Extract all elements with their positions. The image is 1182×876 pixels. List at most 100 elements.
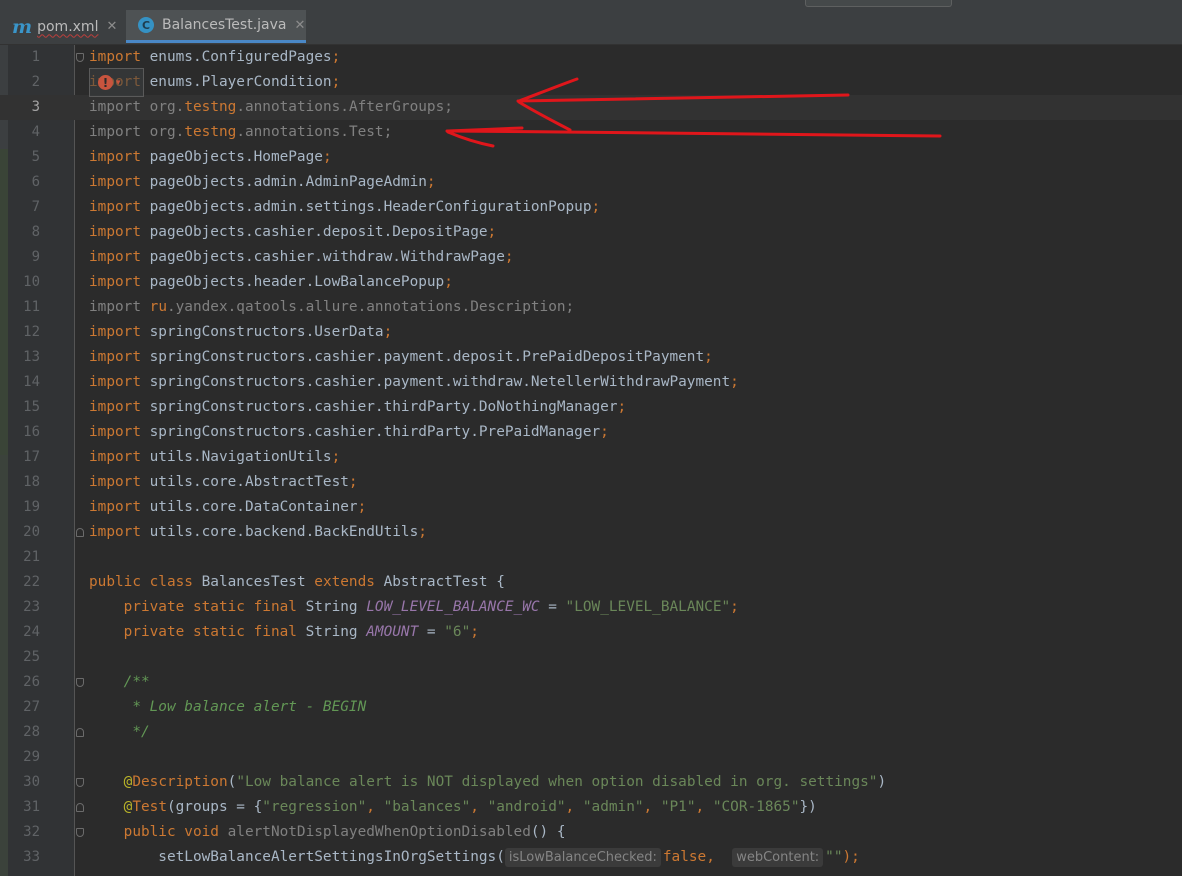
code-line[interactable]: 32 public void alertNotDisplayedWhenOpti… (0, 820, 1182, 845)
code-line[interactable]: 14 import springConstructors.cashier.paym… (0, 370, 1182, 395)
code-token: (groups = { (166, 799, 263, 815)
code-line[interactable]: 5 import pageObjects.HomePage; (0, 145, 1182, 170)
code-line[interactable]: 7 import pageObjects.admin.settings.Heade… (0, 195, 1182, 220)
code-line[interactable]: 21 (0, 545, 1182, 570)
code-line[interactable]: 13 import springConstructors.cashier.paym… (0, 345, 1182, 370)
code-token: setLowBalanceAlertSettingsInOrgSettings( (89, 849, 505, 865)
line-number: 11 (23, 299, 40, 315)
code-text: private static final String AMOUNT = "6"… (89, 620, 479, 645)
fold-end-icon[interactable] (76, 803, 84, 812)
code-token: import (89, 199, 141, 215)
fold-end-icon[interactable] (76, 528, 84, 537)
fold-end-icon[interactable] (76, 728, 84, 737)
code-token: import (89, 149, 141, 165)
code-line[interactable]: 4 import org.testng.annotations.Test; (0, 120, 1182, 145)
code-text: * Low balance alert - BEGIN (89, 695, 366, 720)
code-token: String (305, 599, 367, 615)
close-icon[interactable]: ✕ (106, 19, 117, 34)
code-token: BalancesTest (201, 574, 315, 590)
code-text: import springConstructors.UserData; (89, 320, 392, 345)
code-text: import springConstructors.cashier.paymen… (89, 370, 739, 395)
code-token: utils.NavigationUtils (140, 449, 332, 465)
code-line[interactable]: 2import enums.PlayerCondition; (0, 70, 1182, 95)
code-text: */ (89, 720, 150, 745)
line-number: 29 (23, 749, 40, 765)
code-token: ; (444, 274, 453, 290)
code-line[interactable]: 19 import utils.core.DataContainer; (0, 495, 1182, 520)
code-line[interactable]: 26 /** (0, 670, 1182, 695)
fold-collapse-icon[interactable] (76, 53, 84, 62)
code-token: extends (314, 574, 384, 590)
code-token: LOW_LEVEL_BALANCE_WC (366, 599, 540, 615)
fold-collapse-icon[interactable] (76, 678, 84, 687)
code-token: import (89, 249, 141, 265)
run-config-selector[interactable] (805, 0, 952, 7)
tab-pom-xml[interactable]: m pom.xml ✕ (0, 10, 125, 43)
code-line[interactable]: 24 private static final String AMOUNT = … (0, 620, 1182, 645)
code-token: false (662, 849, 707, 865)
code-line[interactable]: 8 import pageObjects.cashier.deposit.Depo… (0, 220, 1182, 245)
code-line[interactable]: 10 import pageObjects.header.LowBalancePo… (0, 270, 1182, 295)
code-token: ; (704, 349, 713, 365)
code-line[interactable]: 1 import enums.ConfiguredPages; (0, 45, 1182, 70)
code-token: Description (132, 774, 228, 790)
tab-label: pom.xml (37, 18, 99, 35)
code-token: */ (89, 724, 150, 740)
code-line[interactable]: 17 import utils.NavigationUtils; (0, 445, 1182, 470)
code-line[interactable]: 12 import springConstructors.UserData; (0, 320, 1182, 345)
line-number: 25 (23, 649, 40, 665)
code-token: ; (600, 424, 609, 440)
code-line[interactable]: 6 import pageObjects.admin.AdminPageAdmin… (0, 170, 1182, 195)
line-number: 33 (23, 849, 40, 865)
code-line[interactable]: 22 public class BalancesTest extends Abst… (0, 570, 1182, 595)
code-text: import springConstructors.cashier.thirdP… (89, 395, 626, 420)
code-text: import pageObjects.cashier.withdraw.With… (89, 245, 514, 270)
line-number: 7 (31, 199, 40, 215)
line-number: 19 (23, 499, 40, 515)
error-intention-bulb[interactable]: ! ▾ (89, 68, 144, 97)
code-line[interactable]: 31 @Test(groups = {"regression", "balanc… (0, 795, 1182, 820)
code-text: import utils.core.AbstractTest; (89, 470, 358, 495)
code-token: "P1" (660, 799, 696, 815)
code-line[interactable]: 9 import pageObjects.cashier.withdraw.Wit… (0, 245, 1182, 270)
code-line[interactable]: 25 (0, 645, 1182, 670)
code-line[interactable]: 11 import ru.yandex.qatools.allure.annota… (0, 295, 1182, 320)
fold-collapse-icon[interactable] (76, 778, 84, 787)
code-token: pageObjects.admin.settings.HeaderConfigu… (140, 199, 592, 215)
code-line[interactable]: 20 import utils.core.backend.BackEndUtils… (0, 520, 1182, 545)
code-token: Test (132, 799, 167, 815)
code-line[interactable]: 16 import springConstructors.cashier.thir… (0, 420, 1182, 445)
close-icon[interactable]: ✕ (294, 18, 305, 33)
code-line[interactable]: 33 setLowBalanceAlertSettingsInOrgSettin… (0, 845, 1182, 870)
code-text: /** (89, 670, 150, 695)
code-line[interactable]: 15 import springConstructors.cashier.thir… (0, 395, 1182, 420)
code-token: public class (89, 574, 202, 590)
code-token: import (89, 374, 141, 390)
code-line[interactable]: 29 (0, 745, 1182, 770)
code-line[interactable]: 3 import org.testng.annotations.AfterGrou… (0, 95, 1182, 120)
toolbar-icon[interactable] (978, 0, 1000, 6)
fold-collapse-icon[interactable] (76, 828, 84, 837)
code-token: ( (227, 774, 237, 790)
code-token: springConstructors.cashier.thirdParty.Do… (140, 399, 618, 415)
code-token: enums.ConfiguredPages (140, 49, 332, 65)
code-line[interactable]: 23 private static final String LOW_LEVEL… (0, 595, 1182, 620)
code-token: ; (426, 174, 436, 190)
line-number: 9 (31, 249, 40, 265)
code-token: "admin" (582, 799, 644, 815)
tab-label: BalancesTest.java (162, 17, 287, 33)
code-token: ; (591, 199, 601, 215)
code-token: "regression" (262, 799, 367, 815)
code-token: pageObjects.header.LowBalancePopup (140, 274, 445, 290)
code-line[interactable]: 18 import utils.core.AbstractTest; (0, 470, 1182, 495)
code-token: import (89, 99, 150, 115)
code-line[interactable]: 28 */ (0, 720, 1182, 745)
code-token: pageObjects.HomePage (140, 149, 323, 165)
code-token: import (89, 274, 141, 290)
code-token: private static final (89, 624, 306, 640)
code-line[interactable]: 27 * Low balance alert - BEGIN (0, 695, 1182, 720)
code-token: , (643, 799, 661, 815)
maven-m-icon: m (12, 15, 33, 38)
tab-balancestest-java[interactable]: C BalancesTest.java ✕ (126, 10, 306, 43)
code-line[interactable]: 30 @Description("Low balance alert is NO… (0, 770, 1182, 795)
